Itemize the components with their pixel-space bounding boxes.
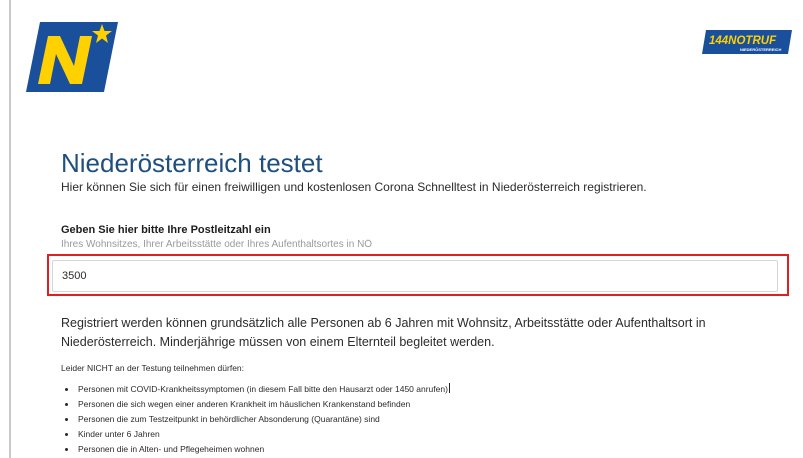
exclusion-item: Kinder unter 6 Jahren bbox=[61, 427, 450, 442]
left-border bbox=[9, 0, 11, 458]
page: 144NOTRUF NIEDERÖSTERREICH Niederösterre… bbox=[0, 0, 803, 458]
notruf-logo-text: 144NOTRUF bbox=[709, 35, 777, 47]
text-cursor bbox=[448, 383, 450, 393]
exclusions-list: Personen mit COVID-Krankheitssymptomen (… bbox=[61, 382, 450, 457]
exclusion-item: Personen mit COVID-Krankheitssymptomen (… bbox=[61, 382, 450, 397]
notruf-logo-icon[interactable]: 144NOTRUF NIEDERÖSTERREICH bbox=[702, 30, 792, 54]
registration-info: Registriert werden können grundsätzlich … bbox=[61, 316, 706, 349]
exclusion-item: Personen die sich wegen einer anderen Kr… bbox=[61, 397, 450, 412]
page-title: Niederösterreich testet bbox=[61, 148, 323, 178]
noe-logo-icon[interactable] bbox=[26, 22, 118, 92]
notruf-logo-subtext: NIEDERÖSTERREICH bbox=[740, 47, 781, 52]
exclusion-item: Personen die in Alten- und Pflegeheimen … bbox=[61, 442, 450, 457]
postcode-input[interactable] bbox=[52, 260, 778, 292]
exclusions-title: Leider NICHT an der Testung teilnehmen d… bbox=[61, 363, 245, 373]
postcode-hint: Ihres Wohnsitzes, Ihrer Arbeitsstätte od… bbox=[61, 239, 373, 250]
exclusion-item: Personen die zum Testzeitpunkt in behörd… bbox=[61, 412, 450, 427]
postcode-label: Geben Sie hier bitte Ihre Postleitzahl e… bbox=[61, 224, 271, 236]
page-subtitle: Hier können Sie sich für einen freiwilli… bbox=[61, 180, 647, 194]
